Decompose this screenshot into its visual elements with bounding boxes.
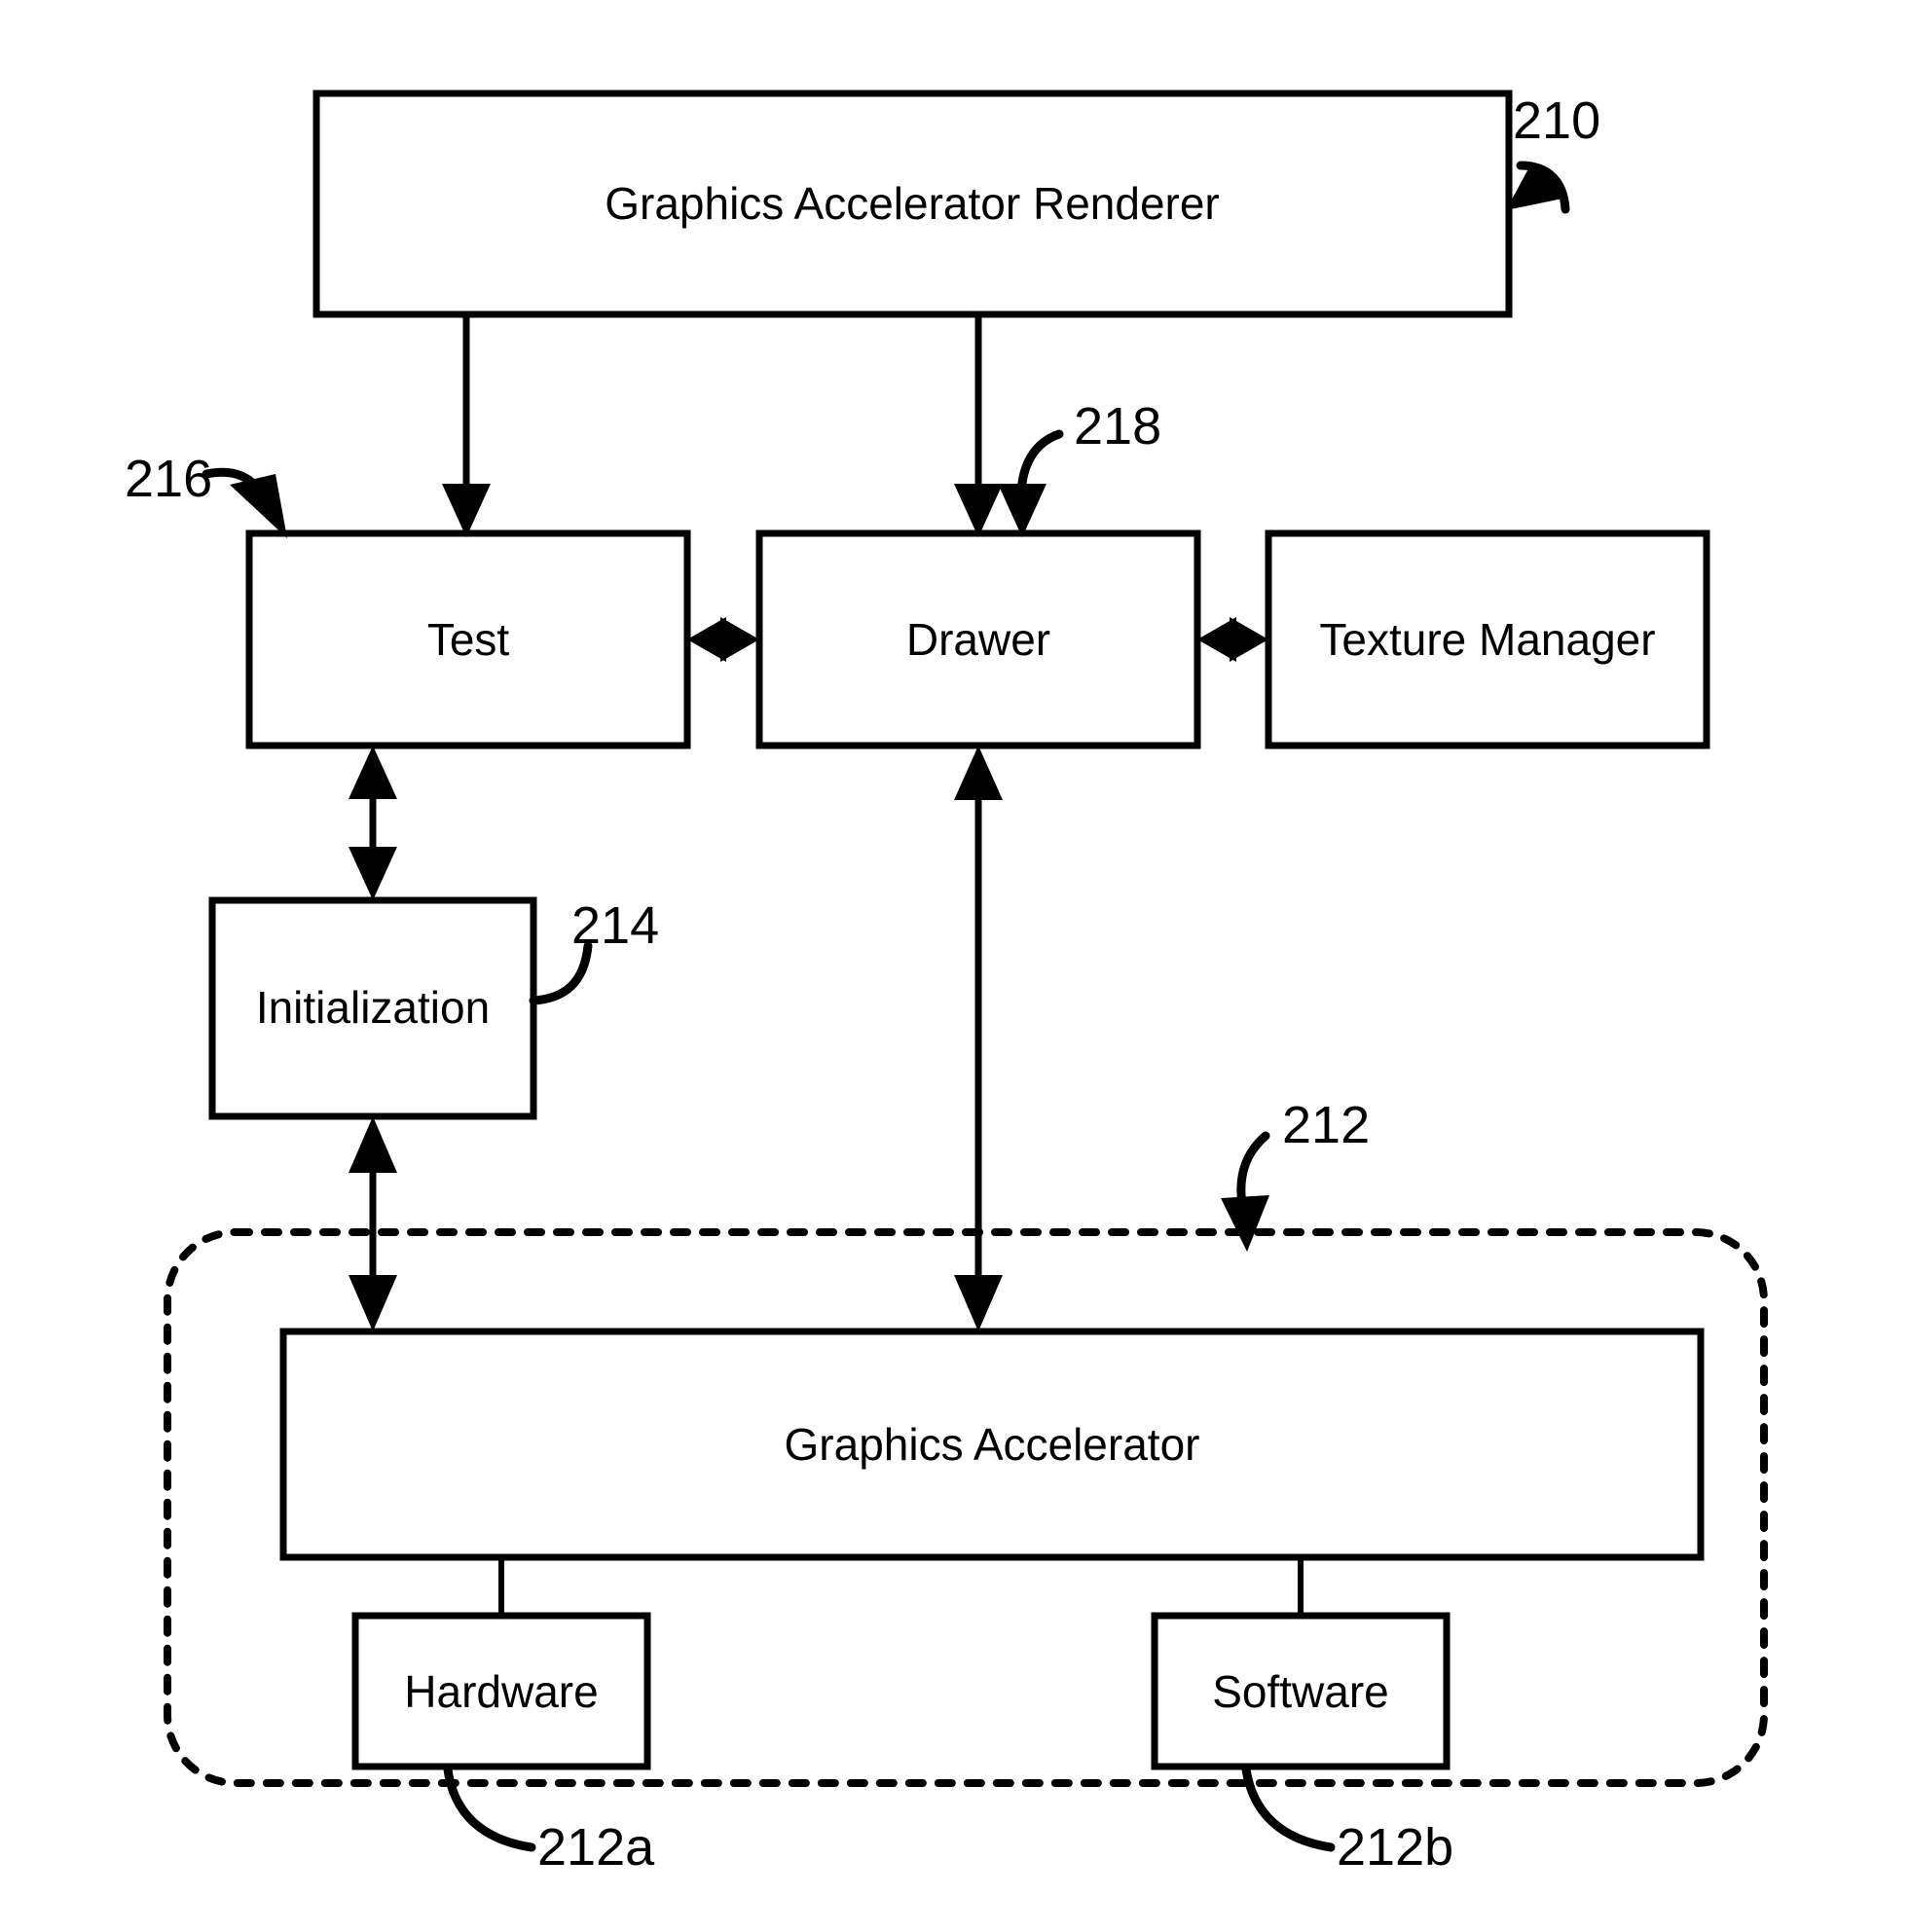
graphics-accelerator-renderer-label: Graphics Accelerator Renderer bbox=[605, 178, 1220, 229]
hardware-label: Hardware bbox=[404, 1666, 598, 1717]
ref-numeral-210: 210 bbox=[1513, 91, 1600, 150]
diagram-canvas: Graphics Accelerator Renderer Test Drawe… bbox=[125, 90, 1768, 1877]
connector-test-drawer bbox=[687, 617, 759, 662]
ref-numeral-218: 218 bbox=[1074, 397, 1161, 456]
ref-numeral-216: 216 bbox=[125, 450, 212, 508]
texture-manager-label: Texture Manager bbox=[1319, 614, 1655, 665]
ref-numeral-214: 214 bbox=[571, 896, 659, 955]
ref-numeral-212b: 212b bbox=[1337, 1818, 1453, 1877]
ref-numeral-212a: 212a bbox=[537, 1818, 655, 1877]
connector-drawer-accelerator bbox=[954, 746, 1003, 1331]
software-label: Software bbox=[1212, 1666, 1389, 1717]
connector-drawer-texture-manager bbox=[1197, 617, 1268, 662]
connector-renderer-to-test bbox=[442, 314, 491, 537]
connector-test-initialization bbox=[349, 746, 397, 900]
connector-renderer-to-drawer bbox=[954, 314, 1003, 537]
leader-216 bbox=[202, 467, 287, 538]
test-label: Test bbox=[427, 614, 510, 665]
graphics-accelerator-label: Graphics Accelerator bbox=[785, 1419, 1200, 1470]
leader-218 bbox=[998, 429, 1064, 537]
patent-figure: Graphics Accelerator Renderer Test Drawe… bbox=[0, 0, 1910, 1932]
ref-numeral-212: 212 bbox=[1282, 1096, 1370, 1154]
leader-212a bbox=[443, 1765, 536, 1852]
leader-210 bbox=[1506, 161, 1570, 214]
drawer-label: Drawer bbox=[906, 614, 1050, 665]
connector-initialization-accelerator bbox=[349, 1116, 397, 1331]
initialization-label: Initialization bbox=[256, 982, 490, 1033]
